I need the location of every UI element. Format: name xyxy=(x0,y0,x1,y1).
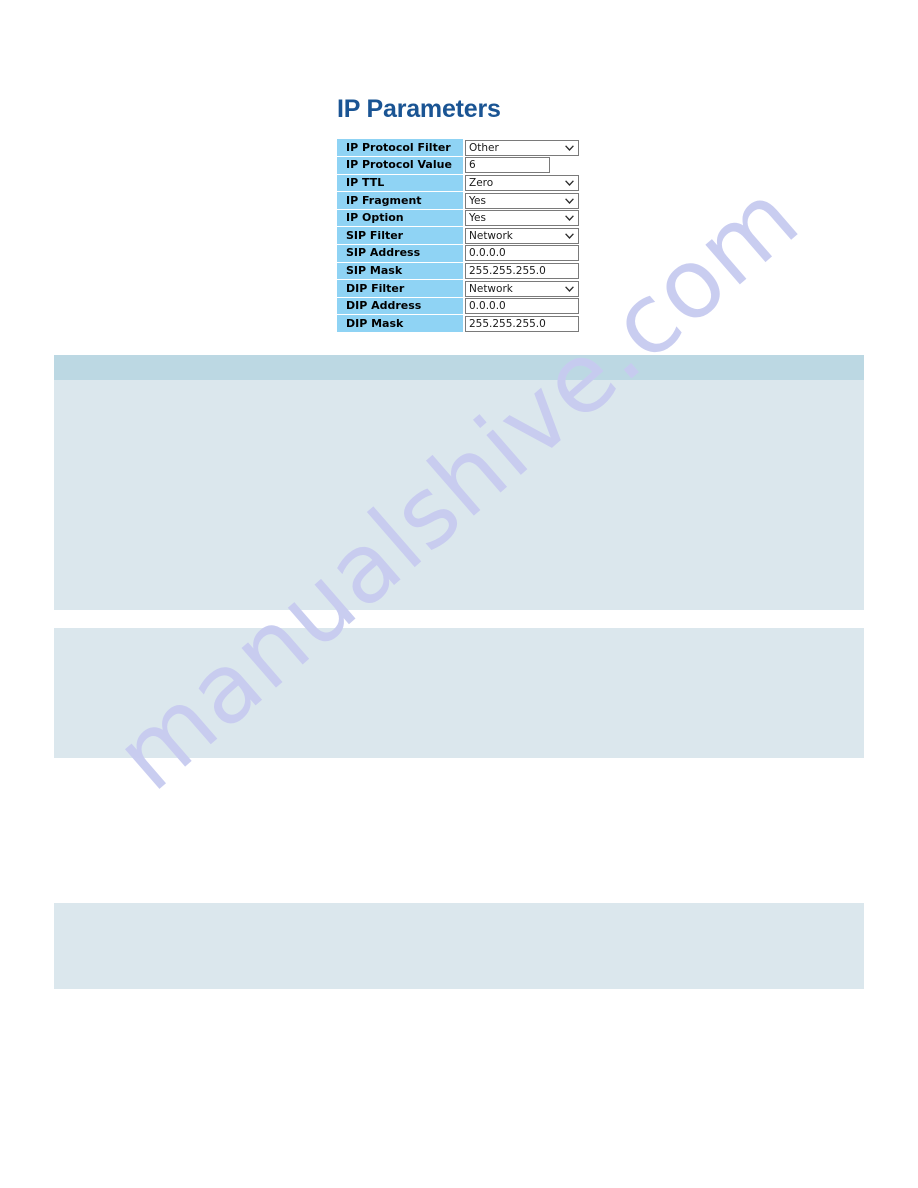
param-row: IP Protocol Filter Other xyxy=(337,139,579,158)
sip-mask-input[interactable]: 255.255.255.0 xyxy=(465,262,579,279)
param-field-cell: Yes xyxy=(464,191,579,210)
dip-mask-input[interactable]: 255.255.255.0 xyxy=(465,315,579,332)
param-label-sip-address: SIP Address xyxy=(337,244,465,263)
ip-protocol-filter-value: Other xyxy=(469,141,499,154)
param-row: DIP Filter Network xyxy=(337,279,579,298)
param-label-ip-fragment: IP Fragment xyxy=(337,191,465,210)
param-label-ip-protocol-value: IP Protocol Value xyxy=(337,156,465,175)
ip-parameters-table: IP Protocol Filter Other IP Protocol Value… xyxy=(337,139,579,334)
content-block-2 xyxy=(54,628,864,758)
param-label-ip-ttl: IP TTL xyxy=(337,174,465,193)
sip-address-value: 0.0.0.0 xyxy=(469,247,506,260)
sip-filter-select[interactable]: Network xyxy=(465,227,579,244)
param-label-sip-mask: SIP Mask xyxy=(337,262,465,281)
content-block-2-body xyxy=(54,628,864,758)
param-row: DIP Mask 255.255.255.0 xyxy=(337,314,579,334)
dip-mask-value: 255.255.255.0 xyxy=(469,317,546,330)
dip-address-value: 0.0.0.0 xyxy=(469,300,506,313)
content-block-3-body xyxy=(54,903,864,989)
ip-fragment-select[interactable]: Yes xyxy=(465,192,579,209)
param-field-cell: 6 xyxy=(464,156,579,175)
param-label-ip-option: IP Option xyxy=(337,209,465,228)
ip-option-select[interactable]: Yes xyxy=(465,210,579,227)
param-field-cell: 255.255.255.0 xyxy=(464,262,579,280)
dip-filter-value: Network xyxy=(469,282,513,295)
param-row: IP Protocol Value 6 xyxy=(337,156,579,175)
param-label-dip-filter: DIP Filter xyxy=(337,279,465,298)
ip-option-value: Yes xyxy=(469,212,486,225)
param-field-cell: Network xyxy=(464,226,579,245)
chevron-down-icon xyxy=(563,211,575,225)
chevron-down-icon xyxy=(563,229,575,243)
dip-filter-select[interactable]: Network xyxy=(465,280,579,297)
ip-protocol-value-value: 6 xyxy=(469,159,476,172)
param-field-cell: 0.0.0.0 xyxy=(464,297,579,315)
content-block-1 xyxy=(54,355,864,610)
param-row: IP TTL Zero xyxy=(337,174,579,193)
param-label-sip-filter: SIP Filter xyxy=(337,226,465,246)
param-field-cell: Other xyxy=(464,139,579,157)
content-block-3 xyxy=(54,903,864,989)
chevron-down-icon xyxy=(563,194,575,208)
param-field-cell: 0.0.0.0 xyxy=(464,244,579,263)
param-row: DIP Address 0.0.0.0 xyxy=(337,297,579,316)
ip-ttl-value: Zero xyxy=(469,176,494,189)
chevron-down-icon xyxy=(563,141,575,155)
param-field-cell: 255.255.255.0 xyxy=(464,314,579,333)
param-label-dip-mask: DIP Mask xyxy=(337,314,465,334)
chevron-down-icon xyxy=(563,282,575,296)
ip-protocol-value-input[interactable]: 6 xyxy=(465,157,550,174)
param-label-dip-address: DIP Address xyxy=(337,297,465,316)
param-row: SIP Mask 255.255.255.0 xyxy=(337,262,579,281)
param-field-cell: Network xyxy=(464,279,579,298)
param-row: SIP Filter Network xyxy=(337,226,579,246)
param-row: IP Option Yes xyxy=(337,209,579,228)
ip-ttl-select[interactable]: Zero xyxy=(465,174,579,191)
page-title: IP Parameters xyxy=(337,95,501,123)
sip-mask-value: 255.255.255.0 xyxy=(469,264,546,277)
param-label-ip-protocol-filter: IP Protocol Filter xyxy=(337,139,465,158)
param-field-cell: Yes xyxy=(464,209,579,227)
param-row: IP Fragment Yes xyxy=(337,191,579,210)
ip-protocol-filter-select[interactable]: Other xyxy=(465,139,579,156)
content-block-1-header xyxy=(54,355,864,380)
content-block-1-body xyxy=(54,380,864,610)
dip-address-input[interactable]: 0.0.0.0 xyxy=(465,298,579,315)
sip-address-input[interactable]: 0.0.0.0 xyxy=(465,245,579,262)
ip-fragment-value: Yes xyxy=(469,194,486,207)
ip-parameters-table-body: IP Protocol Filter Other IP Protocol Value… xyxy=(337,139,579,334)
chevron-down-icon xyxy=(563,176,575,190)
param-row: SIP Address 0.0.0.0 xyxy=(337,244,579,263)
param-field-cell: Zero xyxy=(464,174,579,192)
sip-filter-value: Network xyxy=(469,229,513,242)
